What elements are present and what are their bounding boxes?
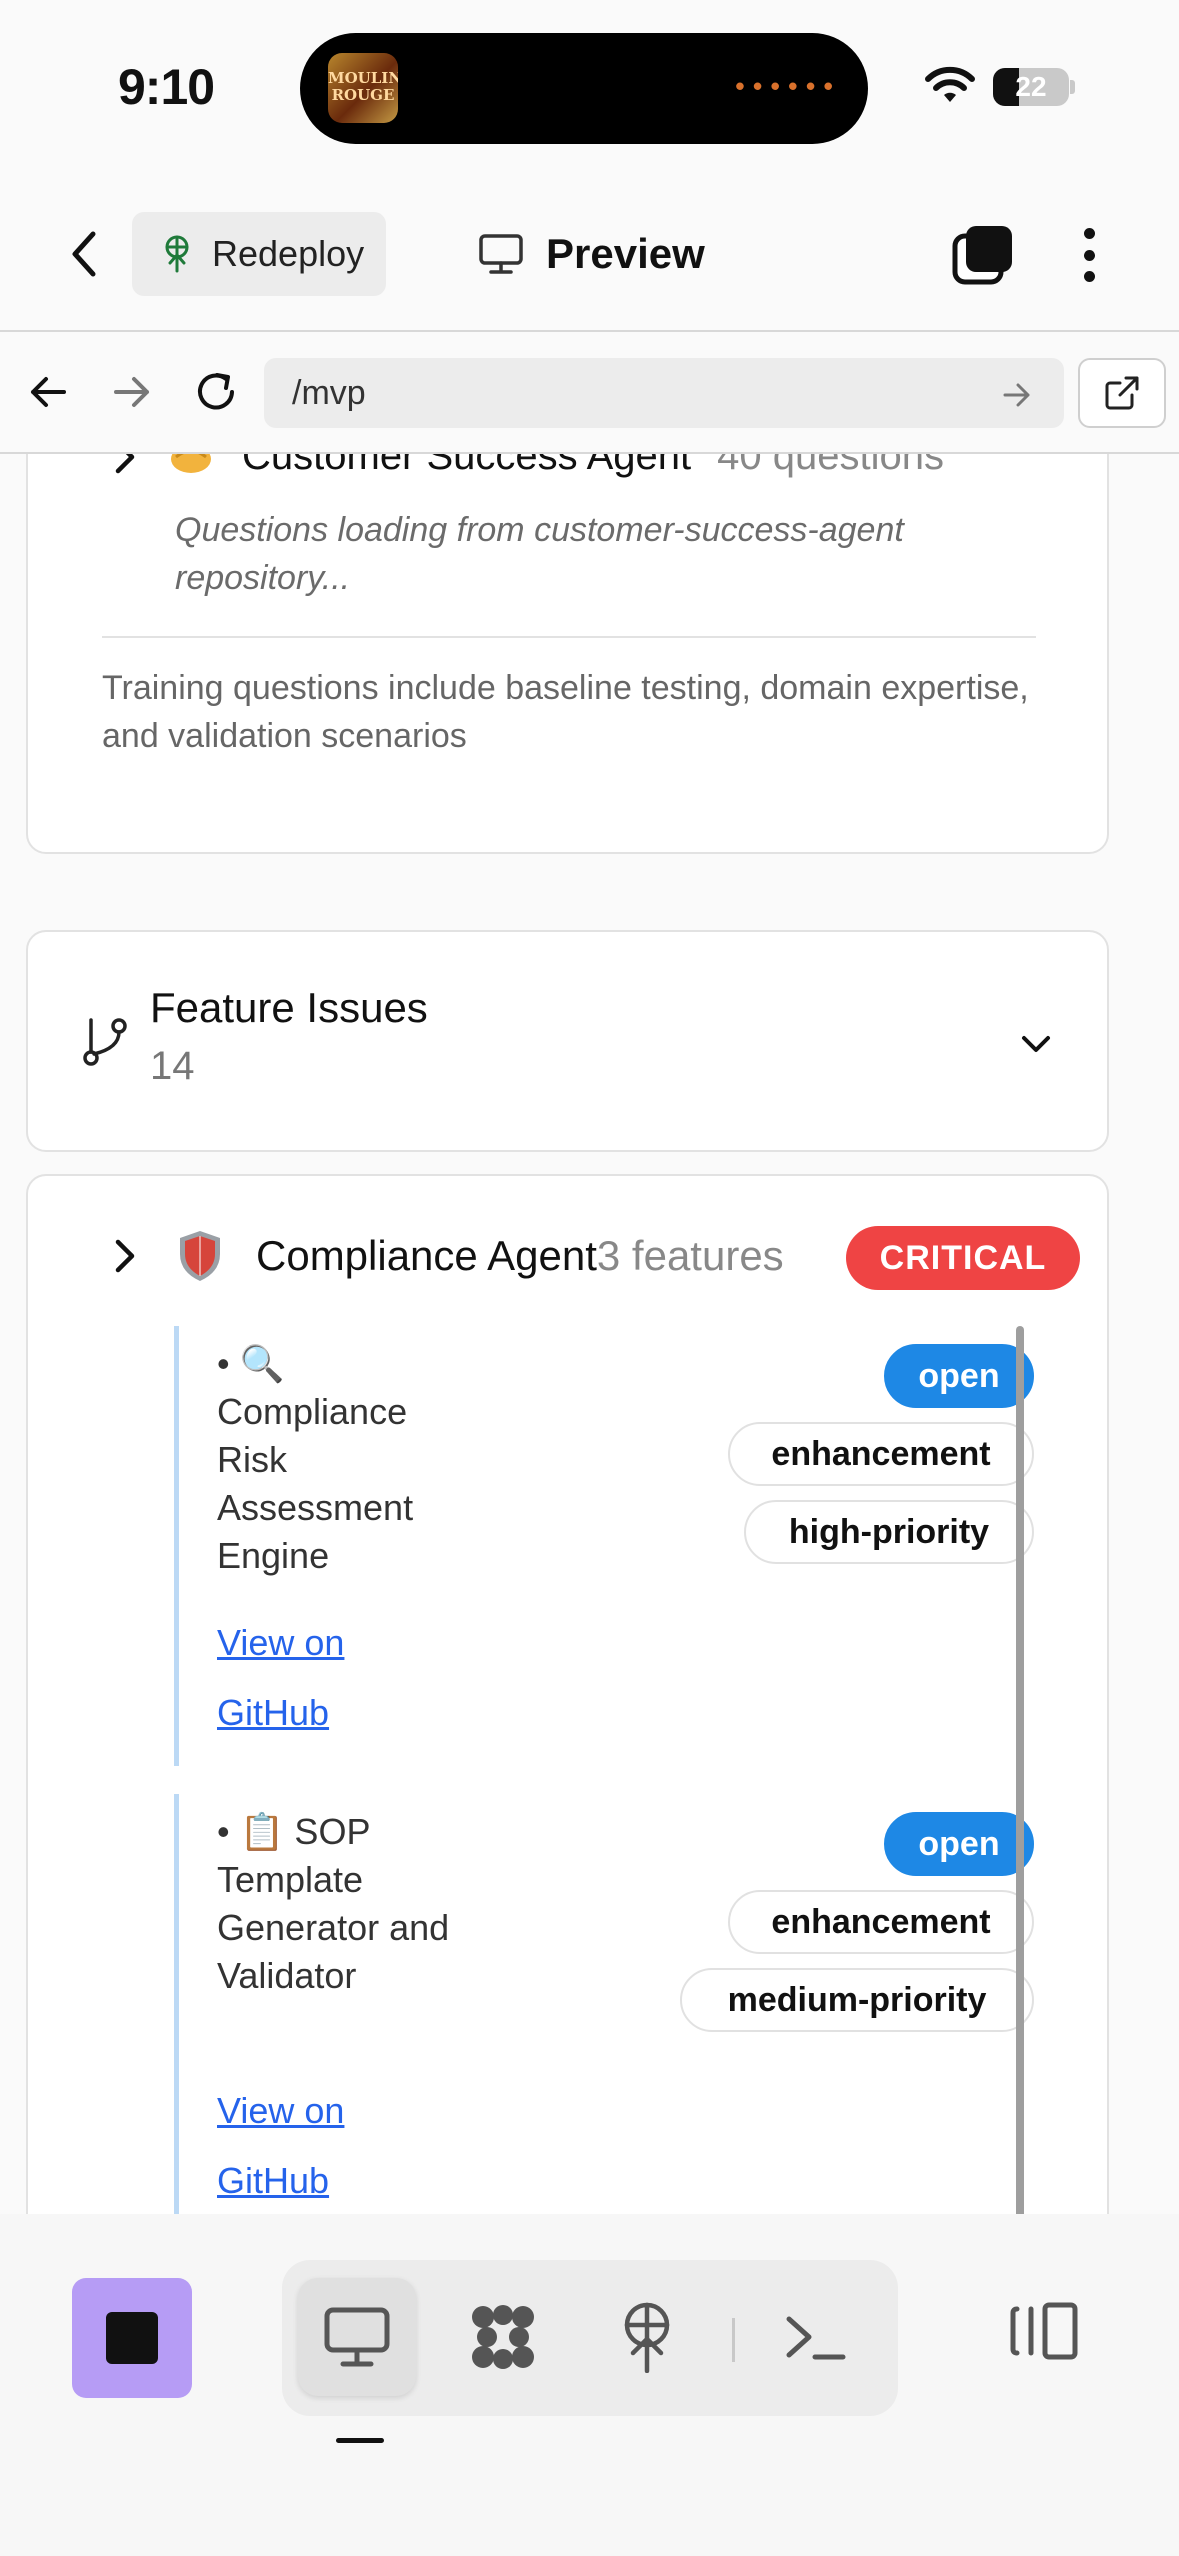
dynamic-island[interactable]: MOULIN ROUGE •••••• [300, 33, 868, 144]
feature-title: • 🔍 Compliance Risk Assessment Engine [217, 1343, 414, 1576]
more-options-button[interactable] [1064, 222, 1114, 288]
battery-icon: 22 [993, 68, 1069, 106]
url-input[interactable] [264, 358, 1064, 428]
browser-back-button[interactable] [18, 362, 78, 422]
preview-content[interactable]: Customer Success Agent 40 questions Ques… [0, 454, 1179, 2214]
bottom-toolbar [0, 2214, 1179, 2556]
arrow-right-icon [114, 377, 149, 407]
separator [732, 2318, 735, 2362]
handshake-icon [171, 454, 211, 473]
status-tag: open [884, 1812, 1034, 1876]
browser-toolbar [0, 330, 1179, 454]
active-tab-indicator [336, 2438, 384, 2443]
chevron-right-icon [115, 454, 135, 473]
label-tag: high-priority [744, 1500, 1034, 1564]
status-bar: 9:10 MOULIN ROUGE •••••• 22 [0, 0, 1179, 180]
stop-icon [106, 2312, 158, 2364]
divider [102, 636, 1036, 638]
now-playing-artwork: MOULIN ROUGE [328, 53, 398, 123]
browser-forward-button[interactable] [102, 362, 162, 422]
preview-label: Preview [546, 230, 705, 277]
chevron-left-icon [72, 231, 96, 277]
audio-waveform-icon: •••••• [732, 73, 838, 103]
github-link[interactable]: View on [217, 1622, 344, 1664]
label-tag: enhancement [728, 1422, 1034, 1486]
github-link[interactable]: GitHub [217, 1692, 329, 1734]
question-count: 40 questions [717, 454, 944, 478]
github-link[interactable]: View on [217, 2090, 344, 2132]
expand-button[interactable] [102, 1232, 150, 1280]
monitor-icon [324, 2307, 390, 2367]
status-tag: open [884, 1344, 1034, 1408]
shield-icon [180, 1231, 220, 1281]
critical-badge: CRITICAL [846, 1226, 1080, 1290]
chevron-right-icon [115, 1239, 135, 1273]
feature-issues-card[interactable]: Feature Issues 14 [26, 930, 1109, 1152]
label-tag: enhancement [728, 1890, 1034, 1954]
arrow-go-icon[interactable] [1002, 380, 1032, 410]
monitor-icon [479, 234, 523, 274]
git-branch-icon [83, 1018, 127, 1066]
reload-icon [198, 373, 234, 410]
compliance-agent-card: Compliance Agent 3 features CRITICAL • 🔍… [26, 1174, 1109, 2214]
feature-title: • 📋 SOP Template Generator and Validator [217, 1811, 450, 1996]
redeploy-label: Redeploy [212, 233, 365, 274]
scrollbar[interactable] [1016, 1326, 1024, 2214]
agent-name: Compliance Agent [256, 1232, 597, 1279]
feature-issues-title: Feature Issues [150, 984, 428, 1031]
preview-tab[interactable]: Preview [478, 222, 705, 286]
status-time: 9:10 [118, 59, 215, 115]
antenna-icon [165, 235, 189, 273]
arrow-left-icon [31, 377, 66, 407]
wifi-icon [925, 66, 975, 102]
feature-count: 3 features [596, 1232, 784, 1279]
side-panel-button[interactable] [1000, 2286, 1090, 2376]
feature-item: • 📋 SOP Template Generator and Validator… [174, 1794, 1054, 2214]
training-questions-card: Customer Success Agent 40 questions Ques… [26, 454, 1109, 854]
customer-success-agent-row[interactable]: Customer Success Agent 40 questions [112, 454, 944, 479]
open-external-button[interactable] [1078, 358, 1166, 428]
tabs-button[interactable] [950, 222, 1016, 288]
cluster-icon [472, 2305, 534, 2369]
app-header: Redeploy Preview [0, 180, 1179, 330]
deploy-view-button[interactable] [588, 2278, 706, 2396]
feature-issues-count: 14 [150, 1044, 195, 1088]
battery-level: 22 [1015, 71, 1047, 102]
terminal-icon [786, 2316, 846, 2360]
side-panel-icon [1010, 2302, 1078, 2360]
stop-button[interactable] [72, 2278, 192, 2398]
agent-title: Customer Success Agent [242, 454, 692, 478]
reload-button[interactable] [186, 362, 246, 422]
feature-item: • 🔍 Compliance Risk Assessment Engine Vi… [174, 1326, 1054, 1766]
antenna-icon [624, 2302, 670, 2373]
training-note: Training questions include baseline test… [102, 669, 1029, 755]
chevron-down-icon[interactable] [1016, 1024, 1056, 1064]
redeploy-button[interactable]: Redeploy [132, 212, 386, 296]
external-link-icon [1105, 376, 1139, 410]
cluster-view-button[interactable] [444, 2278, 562, 2396]
back-button[interactable] [52, 222, 116, 286]
github-link[interactable]: GitHub [217, 2160, 329, 2202]
preview-view-button[interactable] [298, 2278, 416, 2396]
label-tag: medium-priority [680, 1968, 1034, 2032]
terminal-view-button[interactable] [756, 2278, 874, 2396]
loading-message: Questions loading from customer-success-… [175, 511, 904, 597]
view-switcher [282, 2260, 898, 2416]
tabs-icon [952, 226, 1012, 285]
